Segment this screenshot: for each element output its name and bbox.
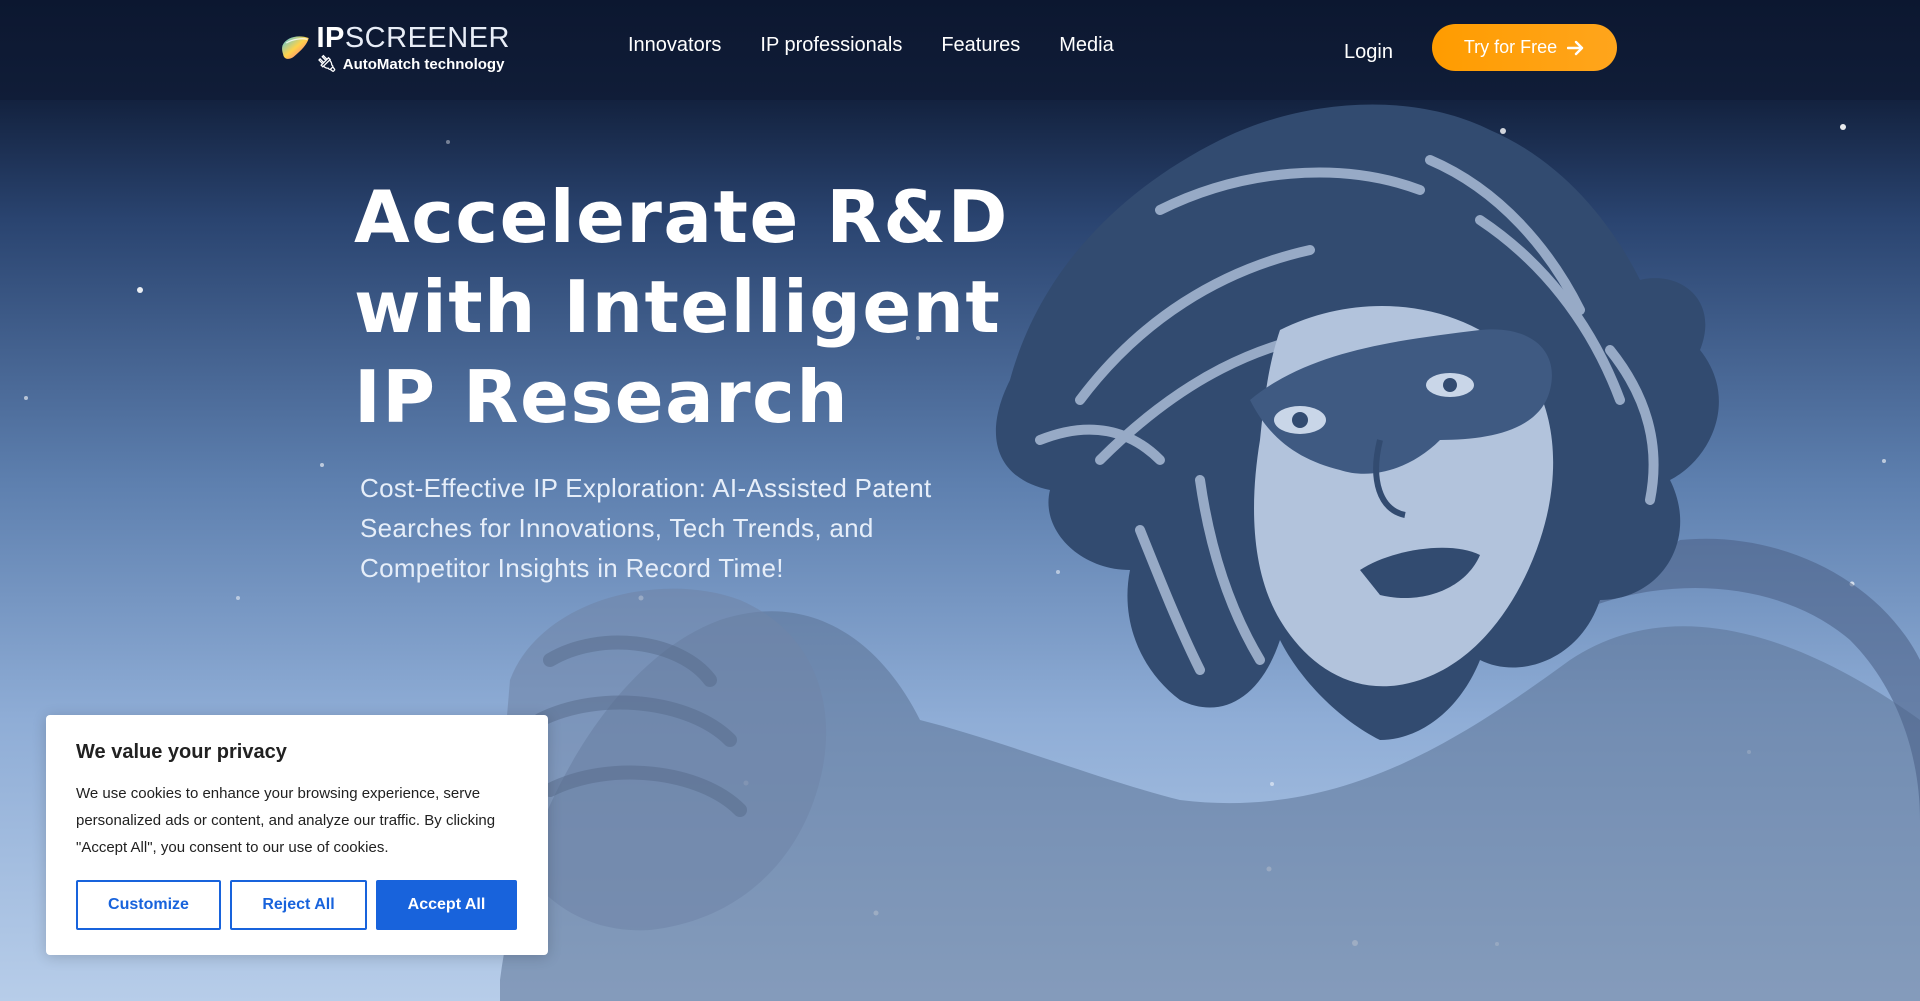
hero-title: Accelerate R&D with Intelligent IP Resea… bbox=[354, 172, 1034, 442]
cookie-consent-banner: We value your privacy We use cookies to … bbox=[46, 715, 548, 955]
logo-tagline: AutoMatch technology bbox=[342, 56, 505, 73]
customize-button[interactable]: Customize bbox=[76, 880, 221, 930]
cookie-text: We use cookies to enhance your browsing … bbox=[76, 785, 496, 856]
accept-all-button[interactable]: Accept All bbox=[376, 880, 517, 930]
try-for-free-label: Try for Free bbox=[1463, 37, 1558, 57]
hero-subtitle-line: Searches for Innovations, Tech Trends, a… bbox=[360, 513, 874, 543]
hero-title-line: IP Research bbox=[354, 355, 850, 439]
hero-subtitle-line: Cost-Effective IP Exploration: AI-Assist… bbox=[360, 473, 932, 503]
main-nav: Innovators IP professionals Features Med… bbox=[628, 34, 1114, 57]
logo-name-bold: IP bbox=[316, 21, 345, 54]
try-for-free-button[interactable]: Try for Free bbox=[1432, 24, 1617, 71]
nav-item-media[interactable]: Media bbox=[1059, 34, 1113, 57]
arrow-right-icon bbox=[1567, 40, 1584, 55]
cookie-buttons: Customize Reject All Accept All bbox=[76, 880, 517, 930]
plug-icon: 🔌︎ bbox=[316, 55, 337, 73]
nav-item-features[interactable]: Features bbox=[941, 34, 1020, 57]
hero-subtitle: Cost-Effective IP Exploration: AI-Assist… bbox=[360, 468, 960, 588]
reject-all-button[interactable]: Reject All bbox=[230, 880, 367, 930]
site-header: IPSCREENER 🔌︎ AutoMatch technology Innov… bbox=[0, 0, 1920, 100]
cookie-title: We value your privacy bbox=[76, 741, 287, 763]
hero-subtitle-line: Competitor Insights in Record Time! bbox=[360, 553, 784, 583]
login-link[interactable]: Login bbox=[1344, 41, 1393, 64]
logo-icon bbox=[282, 36, 309, 59]
logo-name-light: SCREENER bbox=[344, 21, 510, 54]
site-logo[interactable]: IPSCREENER 🔌︎ AutoMatch technology bbox=[280, 20, 510, 76]
nav-item-ip-professionals[interactable]: IP professionals bbox=[760, 34, 902, 57]
nav-item-innovators[interactable]: Innovators bbox=[628, 34, 721, 57]
hero-title-line: Accelerate R&D bbox=[354, 175, 1009, 259]
hero-title-line: with Intelligent bbox=[354, 265, 1002, 349]
